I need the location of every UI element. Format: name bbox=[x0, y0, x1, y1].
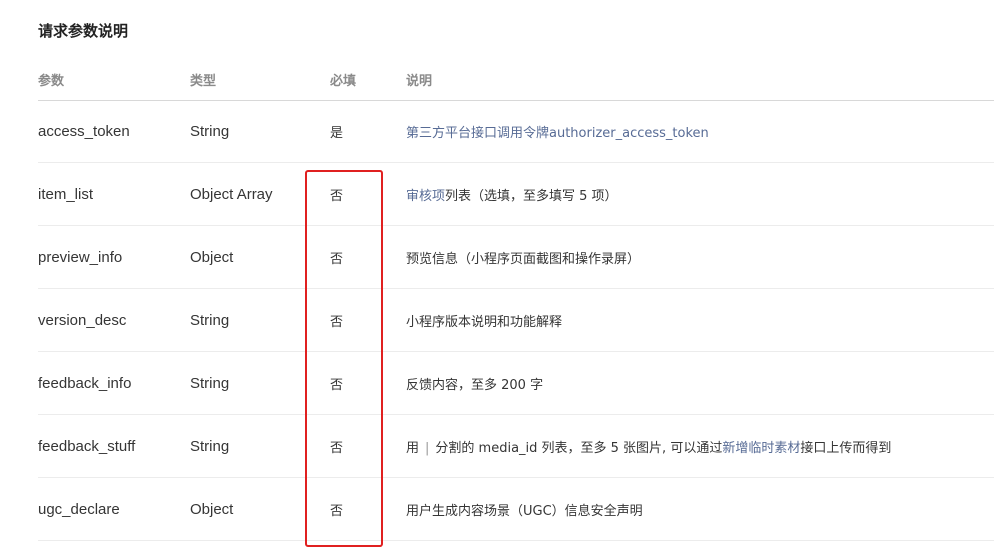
header-param: 参数 bbox=[38, 58, 190, 101]
param-name-cell: ugc_declare bbox=[38, 477, 190, 541]
table-row: ugc_declare Object 否用户生成内容场景（UGC）信息安全声明 bbox=[38, 477, 994, 541]
table-row: feedback_stuff String 否用 | 分割的 media_id 列表，至… bbox=[38, 414, 994, 478]
table-row: version_desc String 否小程序版本说明和功能解释 bbox=[38, 288, 994, 352]
description-text: 接口上传而得到 bbox=[800, 440, 892, 456]
type-cell: String bbox=[190, 288, 330, 352]
description-text: 反馈内容，至多 200 字 bbox=[406, 377, 544, 393]
description-text: 分割的 media_id 列表，至多 5 张图片, 可以通过 bbox=[435, 440, 723, 456]
param-name-cell: access_token bbox=[38, 100, 190, 163]
type-cell: String bbox=[190, 100, 330, 163]
description-text: 用 bbox=[406, 440, 420, 456]
inline-code: | bbox=[425, 440, 430, 456]
description-text: 用户生成内容场景（UGC）信息安全声明 bbox=[406, 503, 643, 519]
header-type: 类型 bbox=[190, 58, 330, 101]
table-row: item_list Object Array 否审核项列表（选填，至多填写 5 项） bbox=[38, 162, 994, 226]
description-cell: 反馈内容，至多 200 字 bbox=[406, 351, 994, 415]
required-cell: 是 bbox=[330, 100, 406, 163]
param-name-cell: feedback_info bbox=[38, 351, 190, 415]
type-cell: Object bbox=[190, 225, 330, 289]
required-cell: 否 bbox=[330, 162, 406, 226]
type-cell: Object Array bbox=[190, 162, 330, 226]
description-cell: 第三方平台接口调用令牌authorizer_access_token bbox=[406, 100, 994, 163]
description-cell: 用户生成内容场景（UGC）信息安全声明 bbox=[406, 477, 994, 541]
description-link[interactable]: 审核项 bbox=[406, 189, 445, 204]
param-name-cell: preview_info bbox=[38, 225, 190, 289]
table-header-row: 参数 类型 必填 说明 bbox=[38, 58, 994, 101]
table-row: preview_info Object 否预览信息（小程序页面截图和操作录屏） bbox=[38, 225, 994, 289]
description-link[interactable]: 新增临时素材 bbox=[722, 441, 800, 456]
description-cell: 审核项列表（选填，至多填写 5 项） bbox=[406, 162, 994, 226]
description-cell: 用 | 分割的 media_id 列表，至多 5 张图片, 可以通过新增临时素材接口… bbox=[406, 414, 994, 478]
required-cell: 否 bbox=[330, 477, 406, 541]
param-name-cell: item_list bbox=[38, 162, 190, 226]
required-cell: 否 bbox=[330, 351, 406, 415]
description-cell: 预览信息（小程序页面截图和操作录屏） bbox=[406, 225, 994, 289]
type-cell: String bbox=[190, 351, 330, 415]
section-title: 请求参数说明 bbox=[38, 22, 129, 40]
type-cell: String bbox=[190, 414, 330, 478]
required-cell: 否 bbox=[330, 225, 406, 289]
required-cell: 否 bbox=[330, 414, 406, 478]
table-row: feedback_info String 否反馈内容，至多 200 字 bbox=[38, 351, 994, 415]
description-link[interactable]: 第三方平台接口调用令牌authorizer_access_token bbox=[406, 126, 709, 141]
table-body: access_token String 是第三方平台接口调用令牌authorizer… bbox=[38, 100, 994, 541]
description-cell: 小程序版本说明和功能解释 bbox=[406, 288, 994, 352]
description-text: 小程序版本说明和功能解释 bbox=[406, 314, 563, 330]
type-cell: Object bbox=[190, 477, 330, 541]
param-name-cell: feedback_stuff bbox=[38, 414, 190, 478]
header-description: 说明 bbox=[406, 58, 994, 101]
params-table: 参数 类型 必填 说明 access_token String 是第三方平台接口调用… bbox=[38, 58, 994, 541]
table-row: access_token String 是第三方平台接口调用令牌authorizer… bbox=[38, 100, 994, 163]
header-required: 必填 bbox=[330, 58, 406, 101]
description-text: 预览信息（小程序页面截图和操作录屏） bbox=[406, 251, 641, 267]
required-cell: 否 bbox=[330, 288, 406, 352]
param-name-cell: version_desc bbox=[38, 288, 190, 352]
description-text: 列表（选填，至多填写 5 项） bbox=[445, 188, 618, 204]
